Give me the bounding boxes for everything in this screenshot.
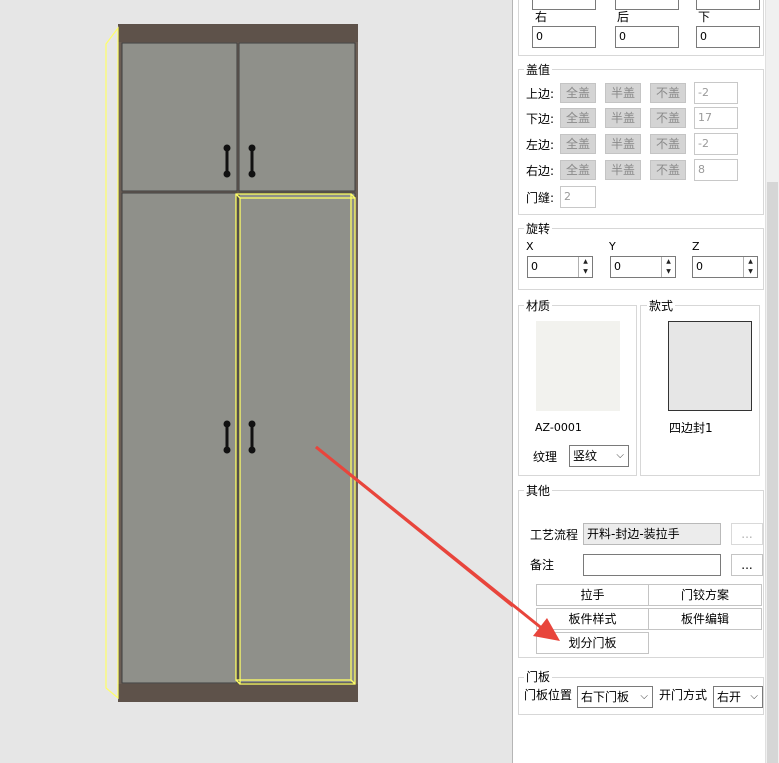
handle-upper-left	[223, 144, 231, 178]
chevron-down-icon: ⌵	[750, 691, 758, 702]
cover-left-full-button[interactable]: 全盖	[560, 134, 596, 154]
3d-viewport[interactable]	[0, 0, 512, 763]
rotation-z-value: 0	[696, 260, 703, 273]
door-gap-label: 门缝:	[526, 191, 555, 205]
rotation-y-value: 0	[614, 260, 621, 273]
cover-right-half-button[interactable]: 半盖	[605, 160, 641, 180]
spin-down-icon[interactable]: ▼	[743, 267, 757, 277]
rotation-x-label: X	[526, 240, 534, 253]
position-field-top-2[interactable]	[615, 0, 679, 10]
spin-up-icon[interactable]: ▲	[743, 257, 757, 267]
material-code: AZ-0001	[535, 421, 582, 434]
rotation-y-spinner[interactable]: 0 ▲ ▼	[610, 256, 676, 278]
cover-left-input[interactable]: -2	[694, 133, 738, 155]
door-upper-right	[238, 42, 356, 192]
position-field-top-3[interactable]	[696, 0, 760, 10]
cover-top-full-button[interactable]: 全盖	[560, 83, 596, 103]
right-input[interactable]: 0	[532, 26, 596, 48]
handle-lower-left	[223, 420, 231, 454]
back-input[interactable]: 0	[615, 26, 679, 48]
cover-row-right-label: 右边:	[526, 164, 555, 178]
open-mode-value: 右开	[717, 690, 742, 704]
cabinet-scene[interactable]	[0, 0, 512, 763]
chevron-down-icon: ⌵	[640, 691, 648, 702]
property-panel: 右 后 下 0 0 0 盖值 上边: 全盖 半盖 不盖 -2 下边: 全盖 半盖…	[512, 0, 779, 763]
hinge-scheme-button[interactable]: 门铰方案	[648, 584, 762, 606]
door-position-select[interactable]: 右下门板 ⌵	[577, 686, 653, 708]
handle-lower-right	[248, 420, 256, 454]
rotation-title: 旋转	[524, 222, 553, 236]
grain-select-value: 竖纹	[573, 449, 598, 463]
note-browse-button[interactable]: ...	[731, 554, 763, 576]
cover-left-half-button[interactable]: 半盖	[605, 134, 641, 154]
back-label: 后	[617, 10, 630, 24]
note-label: 备注	[530, 558, 555, 572]
door-position-value: 右下门板	[581, 690, 630, 704]
door-upper-left	[121, 42, 238, 192]
panel-scrollbar[interactable]	[765, 0, 779, 763]
cover-top-input[interactable]: -2	[694, 82, 738, 104]
handle-button[interactable]: 拉手	[536, 584, 649, 606]
door-gap-input[interactable]: 2	[560, 186, 596, 208]
style-title: 款式	[647, 299, 676, 313]
right-label: 右	[535, 10, 548, 24]
rotation-z-label: Z	[692, 240, 700, 253]
other-title: 其他	[524, 484, 553, 498]
open-mode-label: 开门方式	[659, 688, 708, 702]
cover-bottom-half-button[interactable]: 半盖	[605, 108, 641, 128]
door-title: 门板	[524, 670, 553, 684]
cover-bottom-full-button[interactable]: 全盖	[560, 108, 596, 128]
cover-top-none-button[interactable]: 不盖	[650, 83, 686, 103]
panel-edit-button[interactable]: 板件编辑	[648, 608, 762, 630]
cover-top-half-button[interactable]: 半盖	[605, 83, 641, 103]
rotation-x-spinner[interactable]: 0 ▲ ▼	[527, 256, 593, 278]
cover-left-none-button[interactable]: 不盖	[650, 134, 686, 154]
cover-bottom-none-button[interactable]: 不盖	[650, 108, 686, 128]
scrollbar-thumb[interactable]	[767, 182, 778, 763]
handle-upper-right	[248, 144, 256, 178]
down-label: 下	[698, 10, 711, 24]
style-swatch[interactable]	[668, 321, 752, 411]
spin-up-icon[interactable]: ▲	[578, 257, 592, 267]
style-name: 四边封1	[669, 421, 713, 435]
cover-right-input[interactable]: 8	[694, 159, 738, 181]
spin-down-icon[interactable]: ▼	[661, 267, 675, 277]
cover-right-none-button[interactable]: 不盖	[650, 160, 686, 180]
position-field-top-1[interactable]	[532, 0, 596, 10]
down-input[interactable]: 0	[696, 26, 760, 48]
panel-style-button[interactable]: 板件样式	[536, 608, 649, 630]
cover-row-left-label: 左边:	[526, 138, 555, 152]
process-label: 工艺流程	[530, 528, 579, 542]
process-field: 开料-封边-装拉手	[583, 523, 721, 545]
cover-right-full-button[interactable]: 全盖	[560, 160, 596, 180]
rotation-x-value: 0	[531, 260, 538, 273]
spin-down-icon[interactable]: ▼	[578, 267, 592, 277]
cover-title: 盖值	[524, 63, 553, 77]
door-lower-right	[238, 192, 356, 684]
door-position-label: 门板位置	[524, 688, 573, 702]
cover-row-top-label: 上边:	[526, 87, 555, 101]
chevron-down-icon: ⌵	[616, 450, 624, 461]
cover-row-bottom-label: 下边:	[526, 112, 555, 126]
spin-up-icon[interactable]: ▲	[661, 257, 675, 267]
door-lower-left	[121, 192, 238, 684]
grain-select[interactable]: 竖纹 ⌵	[569, 445, 629, 467]
open-mode-select[interactable]: 右开 ⌵	[713, 686, 763, 708]
material-title: 材质	[524, 299, 553, 313]
rotation-y-label: Y	[609, 240, 616, 253]
rotation-z-spinner[interactable]: 0 ▲ ▼	[692, 256, 758, 278]
selection-outline-cabinet	[105, 26, 119, 700]
split-door-button[interactable]: 划分门板	[536, 632, 649, 654]
process-browse-button[interactable]: ...	[731, 523, 763, 545]
note-input[interactable]	[583, 554, 721, 576]
material-swatch[interactable]	[536, 321, 620, 411]
grain-label: 纹理	[533, 450, 558, 464]
cover-bottom-input[interactable]: 17	[694, 107, 738, 129]
